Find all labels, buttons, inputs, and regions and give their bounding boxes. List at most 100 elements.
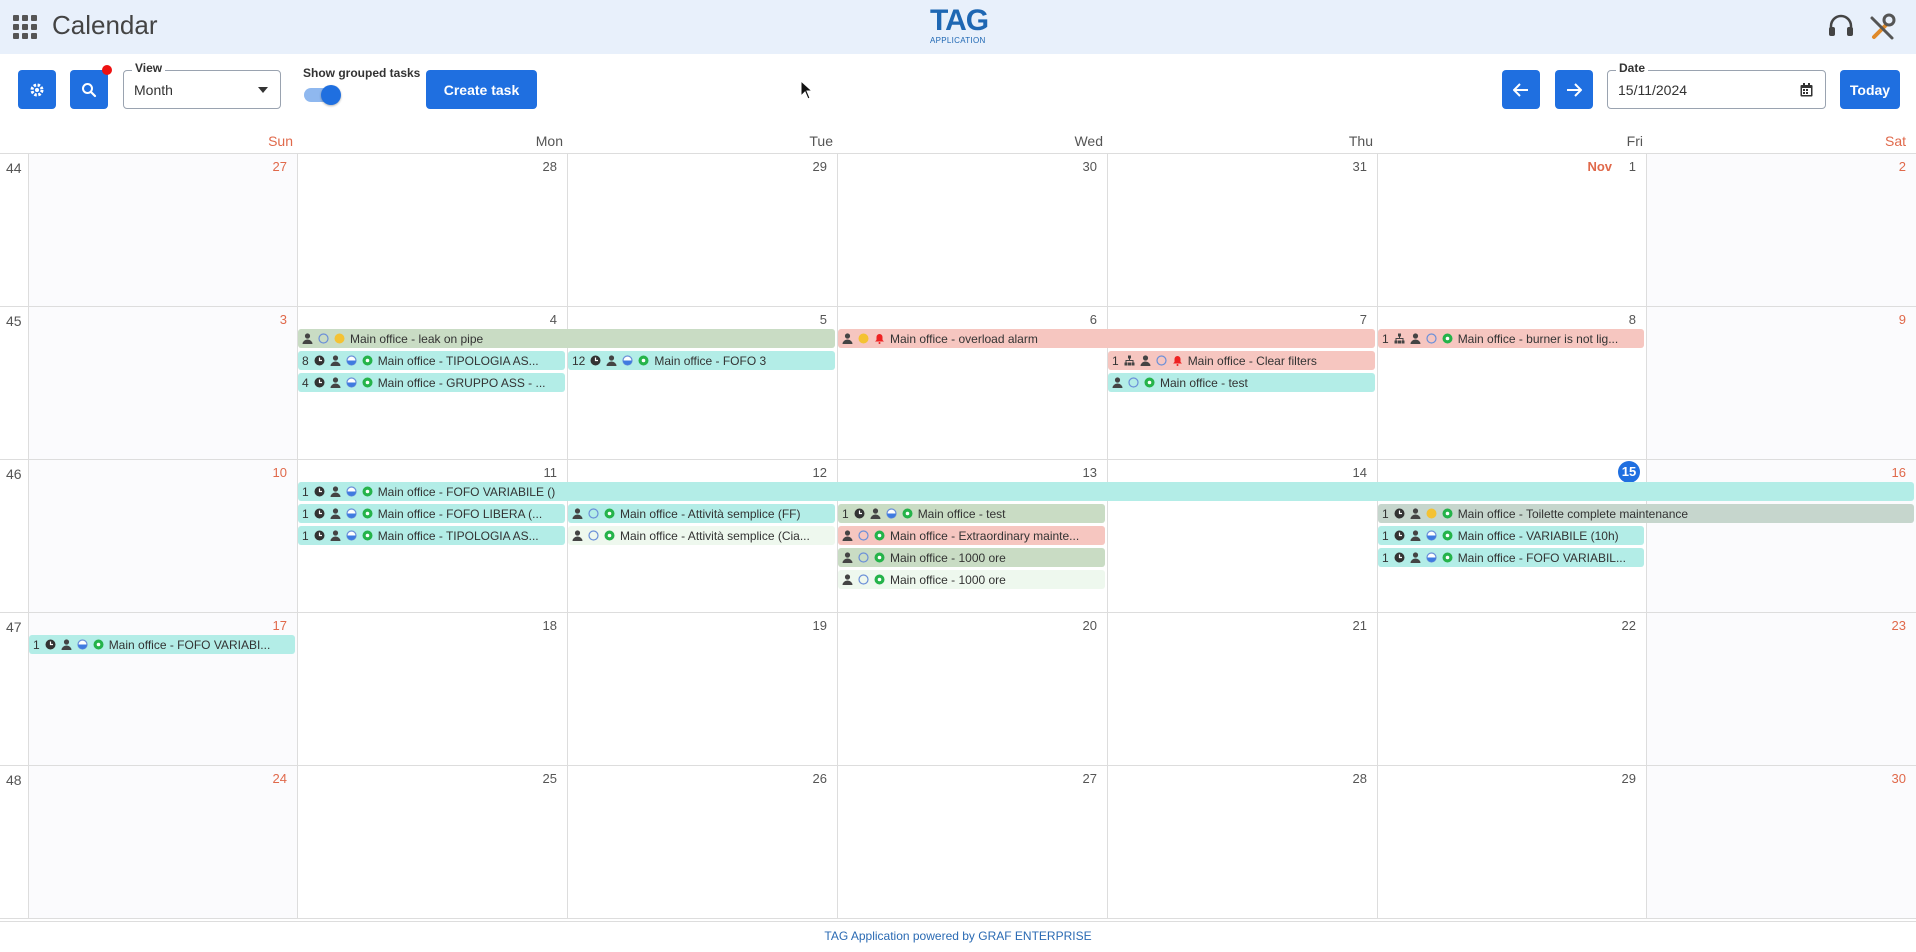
day-number: 28 — [542, 159, 557, 174]
task-event[interactable]: 4 Main office - GRUPPO ASS - ... — [298, 373, 565, 392]
day-cell[interactable]: 26 — [567, 766, 837, 918]
day-cell[interactable]: 18 — [297, 613, 567, 765]
task-event[interactable]: 1 Main office - burner is not lig... — [1378, 329, 1644, 348]
task-event[interactable]: 1 Main office - Toilette complete mainten… — [1378, 504, 1914, 523]
hierarchy-icon — [1394, 333, 1410, 344]
circle-empty-icon — [318, 333, 334, 344]
day-cell[interactable]: 31 — [1107, 154, 1377, 306]
event-count: 1 — [1382, 528, 1389, 543]
day-number: 10 — [272, 465, 287, 480]
task-event[interactable]: Main office - leak on pipe — [298, 329, 835, 348]
view-select[interactable]: View Month — [123, 61, 281, 109]
day-cell[interactable]: 2 — [1646, 154, 1916, 306]
task-event[interactable]: 1 Main office - Clear filters — [1108, 351, 1375, 370]
task-event[interactable]: 1 Main office - test — [838, 504, 1105, 523]
dot-green-icon — [362, 530, 378, 541]
task-event[interactable]: Main office - Attività semplice (FF) — [568, 504, 835, 523]
create-task-button[interactable]: Create task — [426, 70, 537, 109]
day-cell[interactable]: 24 — [28, 766, 297, 918]
headset-icon[interactable] — [1826, 12, 1856, 42]
task-event[interactable]: 8 Main office - TIPOLOGIA AS... — [298, 351, 565, 370]
task-event[interactable]: 1 Main office - TIPOLOGIA AS... — [298, 526, 565, 545]
day-number: 22 — [1621, 618, 1636, 633]
day-number: 27 — [1082, 771, 1097, 786]
event-count: 1 — [33, 637, 40, 652]
circle-empty-icon — [588, 530, 604, 541]
settings-button[interactable] — [18, 70, 56, 109]
date-value: 15/11/2024 — [1618, 82, 1688, 98]
task-event[interactable]: Main office - 1000 ore — [838, 570, 1105, 589]
day-cell[interactable]: 30 — [1646, 766, 1916, 918]
task-event[interactable]: 1 Main office - FOFO VARIABI... — [29, 635, 295, 654]
caret-down-icon — [258, 87, 268, 93]
next-button[interactable] — [1555, 70, 1593, 109]
day-cell[interactable]: 22 — [1377, 613, 1646, 765]
day-cell[interactable]: 28 — [1107, 766, 1377, 918]
task-event[interactable]: 1 Main office - FOFO LIBERA (... — [298, 504, 565, 523]
task-event[interactable]: Main office - overload alarm — [838, 329, 1375, 348]
task-event[interactable]: Main office - Extraordinary mainte... — [838, 526, 1105, 545]
day-cell[interactable]: 23 — [1646, 613, 1916, 765]
event-title: Main office - Toilette complete maintena… — [1457, 506, 1689, 521]
person-icon — [1410, 333, 1426, 344]
task-event[interactable]: Main office - 1000 ore — [838, 548, 1105, 567]
day-number: 8 — [1628, 312, 1636, 327]
day-number: 26 — [812, 771, 827, 786]
day-cell[interactable]: 29 — [1377, 766, 1646, 918]
dot-green-icon — [874, 574, 890, 585]
day-cell[interactable]: 9 — [1646, 307, 1916, 459]
day-cell[interactable]: 3 — [28, 307, 297, 459]
day-cell[interactable]: 27 — [28, 154, 297, 306]
task-event[interactable]: 1 Main office - FOFO VARIABILE () — [298, 482, 1914, 501]
weekday-tue: Tue — [809, 133, 833, 149]
day-cell[interactable]: 1 Nov — [1377, 154, 1646, 306]
event-count: 1 — [1382, 506, 1389, 521]
dot-green-icon — [362, 486, 378, 497]
dot-green-icon — [902, 508, 918, 519]
task-event[interactable]: 12 Main office - FOFO 3 — [568, 351, 835, 370]
event-count: 1 — [302, 484, 309, 499]
day-number: 2 — [1898, 159, 1906, 174]
person-icon — [302, 333, 318, 344]
day-cell[interactable]: 29 — [567, 154, 837, 306]
event-title: Main office - test — [917, 506, 1006, 521]
grouped-tasks-toggle[interactable] — [304, 85, 341, 105]
tools-icon[interactable] — [1868, 12, 1898, 42]
calendar-app: { "app": {"title": "Calendar", "logo_mai… — [0, 0, 1916, 952]
day-number: 31 — [1352, 159, 1367, 174]
day-number: 19 — [812, 618, 827, 633]
day-cell[interactable]: 20 — [837, 613, 1107, 765]
day-cell[interactable]: 27 — [837, 766, 1107, 918]
day-cell[interactable]: 10 — [28, 460, 297, 612]
calendar-icon[interactable] — [1800, 83, 1813, 97]
task-event[interactable]: 1 Main office - VARIABILE (10h) — [1378, 526, 1644, 545]
event-title: Main office - burner is not lig... — [1457, 331, 1619, 346]
task-event[interactable]: 1 Main office - FOFO VARIABIL... — [1378, 548, 1644, 567]
today-button[interactable]: Today — [1840, 70, 1900, 109]
person-icon — [1140, 355, 1156, 366]
apps-grid-icon[interactable] — [12, 14, 38, 40]
date-field[interactable]: Date 15/11/2024 — [1607, 61, 1826, 109]
mouse-cursor-icon — [800, 80, 814, 100]
day-cell[interactable]: 19 — [567, 613, 837, 765]
day-cell[interactable]: 30 — [837, 154, 1107, 306]
dot-green-icon — [638, 355, 654, 366]
task-event[interactable]: Main office - Attività semplice (Cia... — [568, 526, 835, 545]
day-cell[interactable]: 21 — [1107, 613, 1377, 765]
day-cell[interactable]: 25 — [297, 766, 567, 918]
day-number: 7 — [1359, 312, 1367, 327]
person-icon — [330, 508, 346, 519]
circle-empty-icon — [858, 530, 874, 541]
previous-button[interactable] — [1502, 70, 1540, 109]
search-button[interactable] — [70, 70, 108, 109]
week-number: 45 — [6, 313, 22, 329]
person-icon — [330, 486, 346, 497]
event-title: Main office - FOFO LIBERA (... — [377, 506, 543, 521]
task-event[interactable]: Main office - test — [1108, 373, 1375, 392]
day-number: 25 — [542, 771, 557, 786]
event-count: 8 — [302, 353, 309, 368]
day-cell[interactable]: 28 — [297, 154, 567, 306]
weekday-wed: Wed — [1074, 133, 1103, 149]
grouped-tasks-label: Show grouped tasks — [303, 66, 421, 80]
week-row: 48 24 25 26 27 28 29 30 — [0, 766, 1916, 919]
